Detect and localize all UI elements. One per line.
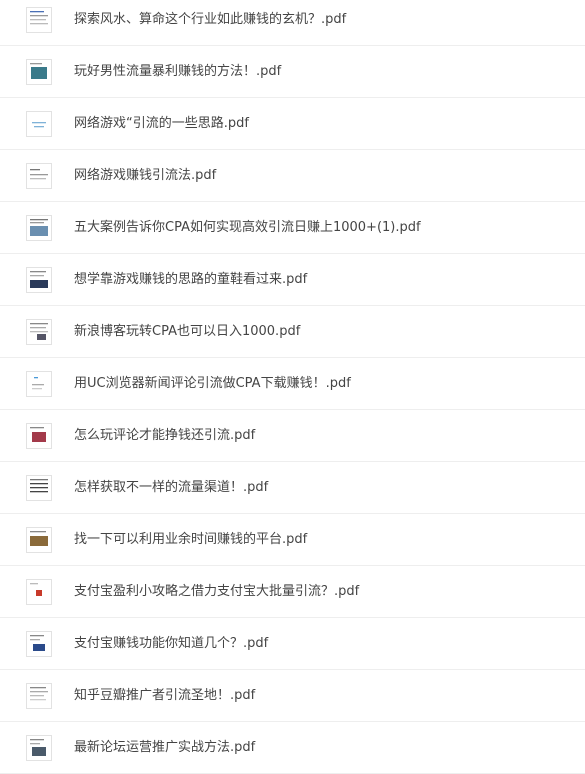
file-name: 探索风水、算命这个行业如此赚钱的玄机？.pdf	[74, 12, 347, 27]
document-thumbnail-icon	[26, 527, 52, 553]
file-row[interactable]: 网络游戏“引流的一些思路.pdf	[0, 98, 585, 150]
document-thumbnail-icon	[26, 59, 52, 85]
file-name: 支付宝盈利小攻略之借力支付宝大批量引流？.pdf	[74, 584, 360, 599]
file-name: 支付宝赚钱功能你知道几个？.pdf	[74, 636, 269, 651]
file-row[interactable]: 网络游戏赚钱引流法.pdf	[0, 150, 585, 202]
document-thumbnail-icon	[26, 683, 52, 709]
document-thumbnail-icon	[26, 371, 52, 397]
file-row[interactable]: 支付宝赚钱功能你知道几个？.pdf	[0, 618, 585, 670]
file-row[interactable]: 新浪博客玩转CPA也可以日入1000.pdf	[0, 306, 585, 358]
file-row[interactable]: 探索风水、算命这个行业如此赚钱的玄机？.pdf	[0, 0, 585, 46]
file-name: 怎么玩评论才能挣钱还引流.pdf	[74, 428, 256, 443]
file-row[interactable]: 玩好男性流量暴利赚钱的方法！.pdf	[0, 46, 585, 98]
file-row[interactable]: 怎样获取不一样的流量渠道！.pdf	[0, 462, 585, 514]
file-row[interactable]: 用UC浏览器新闻评论引流做CPA下载赚钱！.pdf	[0, 358, 585, 410]
document-thumbnail-icon	[26, 215, 52, 241]
file-name: 想学靠游戏赚钱的思路的童鞋看过来.pdf	[74, 272, 308, 287]
file-name: 怎样获取不一样的流量渠道！.pdf	[74, 480, 269, 495]
file-name: 五大案例告诉你CPA如何实现高效引流日赚上1000+(1).pdf	[74, 220, 421, 235]
file-row[interactable]: 怎么玩评论才能挣钱还引流.pdf	[0, 410, 585, 462]
file-row[interactable]: 找一下可以利用业余时间赚钱的平台.pdf	[0, 514, 585, 566]
document-thumbnail-icon	[26, 631, 52, 657]
document-thumbnail-icon	[26, 319, 52, 345]
document-thumbnail-icon	[26, 7, 52, 33]
file-row[interactable]: 想学靠游戏赚钱的思路的童鞋看过来.pdf	[0, 254, 585, 306]
file-row[interactable]: 支付宝盈利小攻略之借力支付宝大批量引流？.pdf	[0, 566, 585, 618]
file-name: 新浪博客玩转CPA也可以日入1000.pdf	[74, 324, 301, 339]
document-thumbnail-icon	[26, 579, 52, 605]
document-thumbnail-icon	[26, 111, 52, 137]
file-name: 知乎豆瓣推广者引流圣地！.pdf	[74, 688, 256, 703]
document-thumbnail-icon	[26, 163, 52, 189]
file-name: 网络游戏“引流的一些思路.pdf	[74, 116, 249, 131]
document-thumbnail-icon	[26, 423, 52, 449]
file-name: 找一下可以利用业余时间赚钱的平台.pdf	[74, 532, 308, 547]
file-name: 用UC浏览器新闻评论引流做CPA下载赚钱！.pdf	[74, 376, 351, 391]
file-name: 最新论坛运营推广实战方法.pdf	[74, 740, 256, 755]
file-row[interactable]: 知乎豆瓣推广者引流圣地！.pdf	[0, 670, 585, 722]
file-name: 网络游戏赚钱引流法.pdf	[74, 168, 217, 183]
file-list: 探索风水、算命这个行业如此赚钱的玄机？.pdf 玩好男性流量暴利赚钱的方法！.pd…	[0, 0, 585, 774]
document-thumbnail-icon	[26, 475, 52, 501]
document-thumbnail-icon	[26, 735, 52, 761]
file-row[interactable]: 五大案例告诉你CPA如何实现高效引流日赚上1000+(1).pdf	[0, 202, 585, 254]
document-thumbnail-icon	[26, 267, 52, 293]
file-name: 玩好男性流量暴利赚钱的方法！.pdf	[74, 64, 282, 79]
file-row[interactable]: 最新论坛运营推广实战方法.pdf	[0, 722, 585, 774]
